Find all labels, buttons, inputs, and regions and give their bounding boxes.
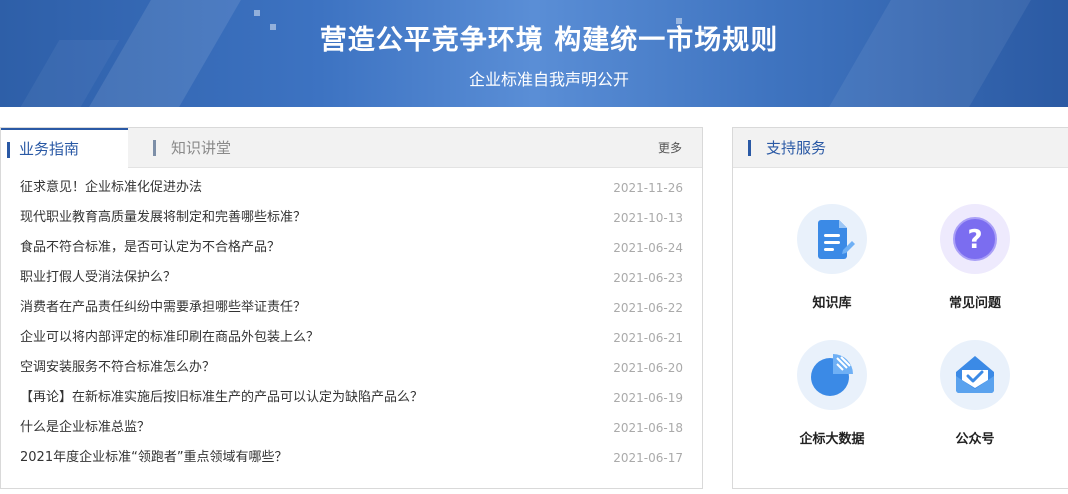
support-panel: 支持服务 知识库 ? 常见问题 企标大数据 公众号 — [732, 127, 1068, 489]
question-icon: ? — [940, 204, 1010, 274]
top-banner: 营造公平竞争环境 构建统一市场规则 企业标准自我声明公开 — [0, 0, 1068, 107]
list-item: 2021年度企业标准“领跑者”重点领域有哪些？ 2021-06-17 — [1, 443, 702, 473]
tab-marker — [7, 142, 10, 158]
list-item: 征求意见！企业标准化促进办法 2021-11-26 — [1, 173, 702, 203]
news-title-link[interactable]: 2021年度企业标准“领跑者”重点领域有哪些？ — [20, 443, 288, 473]
news-title-link[interactable]: 征求意见！企业标准化促进办法 — [20, 173, 202, 203]
news-title-link[interactable]: 【再论】在新标准实施后按旧标准生产的产品可以认定为缺陷产品么？ — [20, 383, 423, 413]
banner-decoration — [254, 10, 260, 16]
service-label: 公众号 — [955, 432, 995, 447]
tab-label: 业务指南 — [19, 140, 80, 158]
tab-knowledge-lecture[interactable]: 知识讲堂 — [151, 128, 291, 168]
news-date: 2021-11-26 — [613, 181, 683, 195]
tab-bar: 业务指南 知识讲堂 更多 — [1, 128, 702, 169]
list-item: 消费者在产品责任纠纷中需要承担哪些举证责任？ 2021-06-22 — [1, 293, 702, 323]
news-title-link[interactable]: 企业可以将内部评定的标准印刷在商品外包装上么？ — [20, 323, 319, 353]
tab-label: 知识讲堂 — [171, 139, 232, 157]
list-item: 什么是企业标准总监？ 2021-06-18 — [1, 413, 702, 443]
pie-chart-icon — [797, 340, 867, 410]
news-title-link[interactable]: 职业打假人受消法保护么？ — [20, 263, 176, 293]
support-title: 支持服务 — [766, 139, 827, 157]
list-item: 职业打假人受消法保护么？ 2021-06-23 — [1, 263, 702, 293]
news-title-link[interactable]: 消费者在产品责任纠纷中需要承担哪些举证责任？ — [20, 293, 306, 323]
banner-subtitle: 企业标准自我声明公开 — [468, 70, 629, 89]
news-title-link[interactable]: 现代职业教育高质量发展将制定和完善哪些标准？ — [20, 203, 306, 233]
envelope-icon — [940, 340, 1010, 410]
news-date: 2021-06-23 — [613, 271, 683, 285]
news-date: 2021-06-18 — [613, 421, 683, 435]
list-item: 空调安装服务不符合标准怎么办？ 2021-06-20 — [1, 353, 702, 383]
list-item: 【再论】在新标准实施后按旧标准生产的产品可以认定为缺陷产品么？ 2021-06-… — [1, 383, 702, 413]
news-date: 2021-06-22 — [613, 301, 683, 315]
news-list: 征求意见！企业标准化促进办法 2021-11-26 现代职业教育高质量发展将制定… — [1, 173, 702, 473]
support-header: 支持服务 — [733, 128, 1068, 168]
banner-title: 营造公平竞争环境 构建统一市场规则 — [319, 25, 779, 56]
service-official-account[interactable]: 公众号 — [920, 340, 1030, 447]
list-item: 食品不符合标准，是否可认定为不合格产品？ 2021-06-24 — [1, 233, 702, 263]
list-item: 企业可以将内部评定的标准印刷在商品外包装上么？ 2021-06-21 — [1, 323, 702, 353]
news-title-link[interactable]: 什么是企业标准总监？ — [20, 413, 150, 443]
tab-marker — [153, 140, 156, 156]
news-date: 2021-10-13 — [613, 211, 683, 225]
guide-panel: 业务指南 知识讲堂 更多 征求意见！企业标准化促进办法 2021-11-26 现… — [0, 127, 703, 489]
svg-text:?: ? — [967, 225, 982, 255]
news-date: 2021-06-21 — [613, 331, 683, 345]
news-date: 2021-06-17 — [613, 451, 683, 465]
news-date: 2021-06-24 — [613, 241, 683, 255]
document-icon — [797, 204, 867, 274]
service-knowledge-base[interactable]: 知识库 — [777, 204, 887, 311]
service-big-data[interactable]: 企标大数据 — [777, 340, 887, 447]
list-item: 现代职业教育高质量发展将制定和完善哪些标准？ 2021-10-13 — [1, 203, 702, 233]
service-label: 常见问题 — [948, 296, 1001, 311]
news-date: 2021-06-19 — [613, 391, 683, 405]
service-faq[interactable]: ? 常见问题 — [920, 204, 1030, 311]
service-label: 企标大数据 — [799, 432, 865, 447]
service-label: 知识库 — [812, 296, 852, 311]
header-marker — [748, 140, 751, 156]
tab-business-guide[interactable]: 业务指南 — [1, 128, 128, 169]
news-title-link[interactable]: 空调安装服务不符合标准怎么办？ — [20, 353, 215, 383]
news-date: 2021-06-20 — [613, 361, 683, 375]
news-title-link[interactable]: 食品不符合标准，是否可认定为不合格产品？ — [20, 233, 280, 263]
more-link[interactable]: 更多 — [658, 128, 682, 168]
